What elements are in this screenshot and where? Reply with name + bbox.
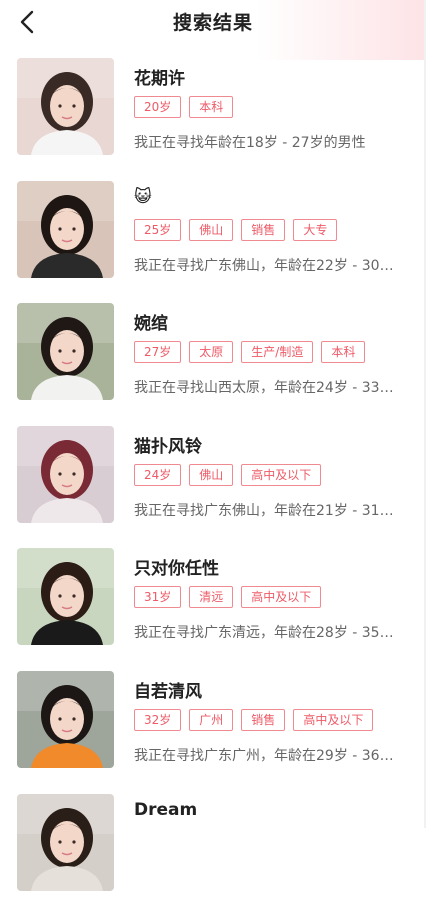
avatar-photo[interactable] (17, 58, 114, 155)
info-tag: 27岁 (134, 341, 182, 364)
user-name: 😺 (134, 186, 152, 207)
result-item[interactable]: Dream (0, 780, 426, 902)
avatar-photo[interactable] (17, 303, 114, 401)
tag-row: 32岁 广州 销售 高中及以下 (134, 708, 381, 733)
info-tag: 25岁 (134, 218, 182, 241)
tag-row: 20岁 本科 (134, 96, 241, 120)
info-tag: 销售 (241, 218, 286, 241)
match-preference-text: 我正在寻找广东清远，年龄在28岁 - 35岁的男性 (134, 625, 406, 642)
result-list: 花期许 20岁 本科 我正在寻找年龄在18岁 - 27岁的男性 😺 25岁 佛山 销售 大专 我正… (0, 44, 426, 902)
avatar-photo[interactable] (17, 180, 114, 278)
info-tag: 生产/制造 (241, 341, 314, 364)
info-tag: 销售 (241, 708, 286, 731)
info-tag: 太原 (189, 341, 234, 364)
tag-row: 24岁 佛山 高中及以下 (134, 463, 329, 488)
match-preference-text: 我正在寻找广东佛山，年龄在22岁 - 30岁的男性 (134, 257, 406, 274)
result-item[interactable]: 只对你任性 31岁 清远 高中及以下我正在寻找广东清远，年龄在28岁 - 35岁的男性 (0, 534, 426, 657)
user-name: 花期许 (134, 69, 185, 89)
tag-row: 27岁 太原 生产/制造 本科 (134, 341, 373, 365)
info-tag: 24岁 (134, 463, 182, 486)
info-tag: 高中及以下 (241, 463, 322, 486)
match-preference-text: 我正在寻找年龄在18岁 - 27岁的男性 (134, 135, 366, 151)
result-item[interactable]: 婉绾 27岁 太原 生产/制造 本科我正在寻找山西太原，年龄在24岁 - 33岁的男性 (0, 289, 426, 412)
avatar-photo[interactable] (17, 793, 114, 891)
info-tag: 高中及以下 (241, 586, 322, 609)
info-tag: 31岁 (134, 586, 182, 609)
info-tag: 大专 (293, 218, 338, 241)
avatar-photo[interactable] (17, 670, 114, 768)
info-tag: 佛山 (189, 463, 234, 486)
info-tag: 20岁 (134, 96, 182, 118)
info-tag: 32岁 (134, 708, 182, 731)
info-tag: 本科 (189, 96, 234, 118)
info-tag: 本科 (321, 341, 366, 364)
result-item[interactable]: 花期许 20岁 本科我正在寻找年龄在18岁 - 27岁的男性 (0, 44, 426, 167)
match-preference-text: 我正在寻找广东佛山，年龄在21岁 - 31岁的男性 (134, 502, 406, 519)
user-name: 猫扑风铃 (134, 436, 202, 457)
tag-row: 25岁 佛山 销售 大专 (134, 218, 345, 243)
avatar-photo[interactable] (17, 548, 114, 646)
user-name: 只对你任性 (134, 559, 219, 580)
result-item[interactable]: 猫扑风铃 24岁 佛山 高中及以下我正在寻找广东佛山，年龄在21岁 - 31岁的男性 (0, 412, 426, 535)
user-name: Dream (134, 799, 198, 820)
result-item[interactable]: 自若清风 32岁 广州 销售 高中及以下我正在寻找广东广州，年龄在29岁 - 36岁的男… (0, 657, 426, 780)
avatar-photo[interactable] (17, 425, 114, 523)
info-tag: 高中及以下 (293, 708, 374, 731)
match-preference-text: 我正在寻找广东广州，年龄在29岁 - 36岁的男性 (134, 747, 406, 764)
match-preference-text: 我正在寻找山西太原，年龄在24岁 - 33岁的男性 (134, 380, 406, 397)
info-tag: 清远 (189, 586, 234, 609)
header-bar: 搜索结果 (0, 0, 426, 44)
info-tag: 佛山 (189, 218, 234, 241)
result-item[interactable]: 😺 25岁 佛山 销售 大专我正在寻找广东佛山，年龄在22岁 - 30岁的男性 (0, 167, 426, 290)
tag-row: 31岁 清远 高中及以下 (134, 586, 329, 610)
user-name: 婉绾 (134, 314, 168, 335)
info-tag: 广州 (189, 708, 234, 731)
user-name: 自若清风 (134, 681, 202, 702)
page-title: 搜索结果 (172, 12, 253, 34)
